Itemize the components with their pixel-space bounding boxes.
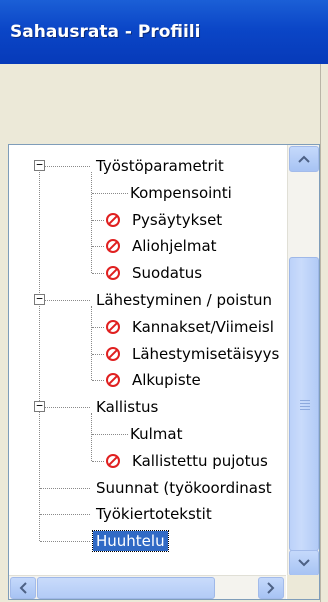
tree-child-line [91, 413, 92, 461]
scroll-up-arrow-icon [298, 155, 310, 163]
tree-item-label: Suodatus [132, 264, 203, 283]
tree-branch-line [92, 434, 128, 435]
tree-branch-line [40, 541, 90, 543]
tree-item-label: Työkiertotekstit [96, 505, 212, 524]
tree-branch-line [40, 514, 90, 516]
horizontal-scroll-thumb[interactable] [37, 577, 215, 599]
window-title: Sahausrata - Profiili [10, 22, 201, 42]
vertical-scrollbar[interactable] [287, 145, 319, 577]
tree-item[interactable]: Huuhtelu [92, 528, 169, 554]
tree-child-line [91, 172, 92, 274]
tree-item[interactable]: Työkiertotekstit [93, 501, 215, 527]
tree-item[interactable]: Pysäytykset [105, 207, 225, 233]
horizontal-scrollbar[interactable] [9, 575, 286, 599]
prohibited-icon [106, 319, 120, 334]
thumb-grip [300, 400, 310, 401]
thumb-grip [300, 406, 310, 407]
collapse-toggle-icon[interactable]: − [34, 159, 45, 171]
tree-branch-line [40, 166, 90, 167]
collapse-toggle-icon[interactable]: − [34, 293, 45, 305]
tree-item-label: Aliohjelmat [132, 237, 217, 256]
tree-item-label: Kannakset/Viimeisl [132, 317, 274, 336]
tree-item-label: Pysäytykset [132, 210, 223, 229]
prohibited-icon [106, 453, 120, 468]
thumb-grip [300, 403, 310, 404]
tree-item[interactable]: Lähestymisetäisyys [105, 341, 282, 367]
collapse-toggle-icon[interactable]: − [34, 400, 45, 413]
tree-item-label: Lähestymisetäisyys [132, 344, 280, 363]
tree-root-line [39, 166, 40, 542]
prohibited-icon [106, 212, 120, 227]
tree-item-label: Alkupiste [132, 371, 201, 390]
tree-item[interactable]: Työstöparametrit [93, 153, 227, 179]
prohibited-icon [106, 266, 120, 281]
prohibited-icon [106, 373, 120, 388]
profile-tree-panel: − Työstöparametrit Kompensointi Pysäytykset… [8, 144, 320, 600]
tree-item[interactable]: Suunnat (työkoordinast [93, 475, 275, 501]
scroll-left-arrow-icon [19, 582, 27, 594]
tree-item-label: Lähestyminen / poistun [96, 291, 273, 309]
tree-item[interactable]: Kompensointi [127, 180, 235, 206]
tree-item[interactable]: Alkupiste [105, 367, 204, 393]
tree-child-line [91, 306, 92, 381]
thumb-grip [300, 409, 310, 410]
tree-item-label: Kulmat [130, 425, 183, 443]
tree-item[interactable]: Kulmat [127, 421, 185, 447]
tree-branch-line [92, 380, 104, 382]
tree-branch-line [92, 273, 104, 275]
tree-item[interactable]: Kallistus [93, 394, 161, 420]
prohibited-icon [106, 346, 120, 361]
scrollbar-corner [287, 575, 319, 599]
scroll-right-button[interactable] [258, 577, 284, 599]
tree-item-label: Huuhtelu [92, 530, 169, 553]
tree-branch-line [40, 487, 90, 489]
scroll-down-button[interactable] [289, 550, 319, 576]
tree-item-label: Suunnat (työkoordinast [96, 478, 272, 497]
tree-item[interactable]: Aliohjelmat [105, 233, 220, 259]
vertical-scroll-thumb[interactable] [289, 257, 319, 551]
scroll-right-arrow-icon [267, 582, 275, 594]
scroll-down-arrow-icon [298, 559, 310, 567]
tree-view[interactable]: − Työstöparametrit Kompensointi Pysäytykset… [9, 145, 286, 577]
tree-branch-line [92, 326, 104, 328]
tree-item[interactable]: Lähestyminen / poistun [93, 287, 275, 313]
tree-item-label: Työstöparametrit [96, 157, 224, 175]
tree-branch-line [92, 353, 104, 355]
tree-branch-line [40, 300, 90, 301]
tree-branch-line [92, 460, 104, 462]
window-edge [320, 64, 328, 602]
scroll-left-button[interactable] [10, 577, 36, 599]
tree-item-label: Kallistettu pujotus [132, 451, 268, 470]
title-bar: Sahausrata - Profiili [0, 0, 328, 64]
tree-item-label: Kompensointi [130, 183, 232, 202]
tree-branch-line [92, 246, 104, 248]
tree-item[interactable]: Kannakset/Viimeisl [105, 314, 277, 340]
tree-branch-line [92, 192, 128, 194]
tree-item[interactable]: Kallistettu pujotus [105, 448, 271, 474]
prohibited-icon [106, 239, 120, 254]
tree-branch-line [40, 407, 90, 409]
tree-item[interactable]: Suodatus [105, 260, 205, 286]
scroll-up-button[interactable] [289, 146, 319, 172]
tree-branch-line [92, 219, 104, 221]
tree-item-label: Kallistus [96, 398, 159, 417]
